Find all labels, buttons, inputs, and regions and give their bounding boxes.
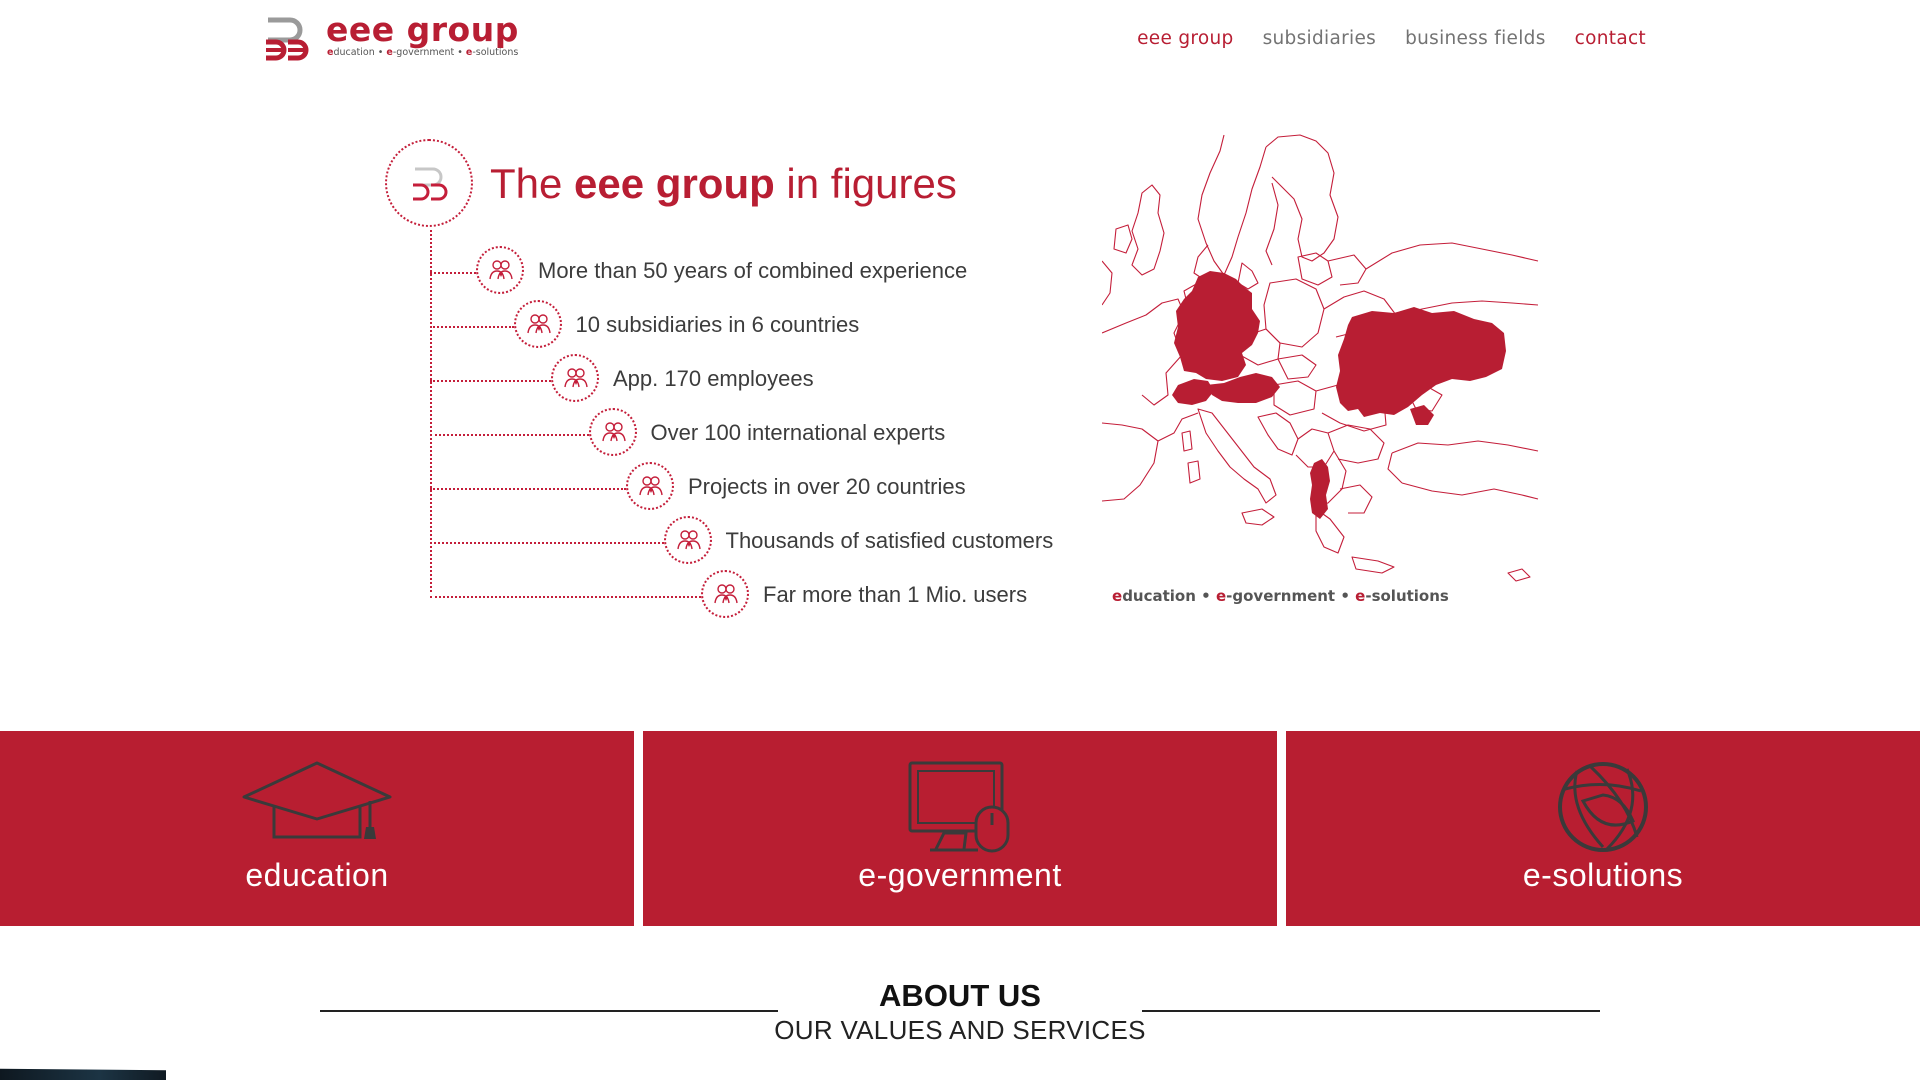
brand-name: eee group — [326, 10, 519, 49]
fact-item: Thousands of satisfied customers — [430, 516, 1070, 568]
fact-item: More than 50 years of combined experienc… — [430, 246, 1070, 298]
about-image — [0, 1068, 166, 1080]
brand-logo[interactable]: eee group education • e-government • e-s… — [262, 10, 552, 66]
eee-logo-icon — [266, 17, 309, 61]
fact-icon-ring — [701, 570, 749, 618]
tile-education[interactable]: education — [0, 731, 634, 926]
fact-icon-ring — [588, 408, 637, 456]
fact-text: More than 50 years of combined experienc… — [538, 258, 968, 283]
fact-connector — [430, 272, 476, 274]
fact-connector — [430, 488, 626, 490]
fact-text: 10 subsidiaries in 6 countries — [575, 312, 860, 337]
tile-e-solutions[interactable]: e-solutions — [1286, 731, 1920, 926]
people-icon — [714, 584, 738, 604]
fact-text: Over 100 international experts — [650, 420, 946, 445]
about-title: ABOUT US — [879, 978, 1041, 1013]
fact-item: Over 100 international experts — [430, 408, 1070, 460]
europe-map — [1102, 134, 1539, 582]
fact-icon-ring — [513, 300, 562, 348]
people-icon — [639, 476, 663, 496]
fact-text: Far more than 1 Mio. users — [763, 582, 1028, 607]
people-icon — [489, 260, 513, 280]
tile-label: e-government — [858, 857, 1062, 893]
people-icon — [676, 530, 701, 550]
fact-connector — [430, 326, 514, 328]
nav-item-business-fields[interactable]: business fields — [1405, 28, 1546, 49]
computer-monitor-icon — [908, 761, 1010, 853]
fact-connector — [430, 542, 664, 544]
fact-item: Far more than 1 Mio. users — [430, 570, 1070, 622]
brand-tagline: education • e-government • e-solutions — [327, 47, 519, 58]
figures-title: The eee group in figures — [490, 160, 957, 207]
graduation-cap-icon — [242, 761, 392, 839]
nav-item-eee-group[interactable]: eee group — [1137, 28, 1233, 49]
fact-text: App. 170 employees — [613, 366, 814, 391]
about-subtitle: OUR VALUES AND SERVICES — [774, 1015, 1146, 1045]
eee-logo-icon — [413, 167, 448, 201]
main-nav: eee group subsidiaries business fields c… — [1137, 28, 1646, 49]
fact-connector — [430, 380, 551, 382]
figures-logo-ring — [385, 139, 473, 227]
people-icon — [564, 368, 588, 388]
people-icon — [526, 314, 551, 334]
people-icon — [601, 422, 626, 442]
fact-icon-ring — [476, 246, 524, 294]
fact-item: Projects in over 20 countries — [430, 462, 1070, 514]
fact-item: App. 170 employees — [430, 354, 1070, 406]
fact-icon-ring — [551, 354, 599, 402]
tile-label: e-solutions — [1522, 857, 1684, 893]
fact-connector — [430, 596, 701, 598]
figures-infographic: The eee group in figures More than 50 ye… — [380, 134, 1060, 634]
fact-text: Thousands of satisfied customers — [725, 528, 1054, 553]
map-tagline: education • e-government • e-solutions — [1112, 587, 1449, 605]
fact-icon-ring — [626, 462, 674, 510]
tile-label: education — [245, 857, 389, 893]
fact-item: 10 subsidiaries in 6 countries — [430, 300, 1070, 352]
nav-item-contact[interactable]: contact — [1575, 28, 1646, 49]
nav-item-subsidiaries[interactable]: subsidiaries — [1263, 28, 1376, 49]
fact-text: Projects in over 20 countries — [688, 474, 966, 499]
fact-icon-ring — [663, 516, 712, 564]
tile-e-government[interactable]: e-government — [643, 731, 1277, 926]
globe-icon — [1558, 762, 1648, 852]
fact-connector — [430, 434, 589, 436]
